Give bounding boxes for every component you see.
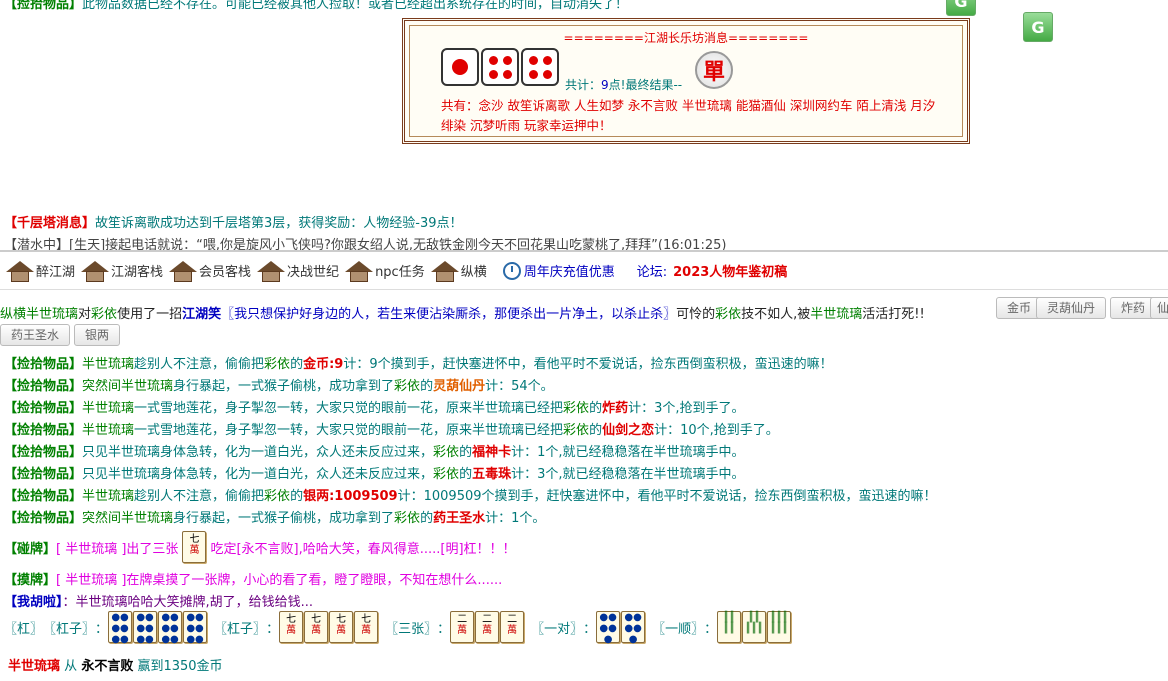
mahjong-tile-tiao-icon: ║║ ║║ [717,611,742,643]
mahjong-tile-qiwan-icon: 七萬 [304,611,329,643]
item-button-gourd-pill[interactable]: 灵葫仙丹 [1036,297,1107,319]
mahjong-tile-qiwan-icon: 七萬 [354,611,379,643]
die-four-icon [481,48,519,86]
pickup-line: 【捡拾物品】半世琉璃趁别人不注意，偷偷把彩依的银两:1009509计：10095… [4,489,937,504]
die-four-icon [521,48,559,86]
pickup-line: 【捡拾物品】突然间半世琉璃身行暴起，一式猴子偷桃，成功拿到了彩依的药王圣水计：1… [4,511,546,526]
house-icon [81,259,110,283]
nav-item-battle[interactable]: 决战世纪 [257,259,339,283]
mahjong-tile-erwan-icon: 二萬 [500,611,525,643]
pickup-line: 【捡拾物品】只见半世琉璃身体急转，化为一道白光，众人还未反应过来，彩依的福神卡计… [4,445,745,460]
casino-title: ========江湖长乐坊消息======== [563,31,809,45]
pickup-line: 【捡拾物品】半世琉璃一式雪地莲花，身子掣忽一转，大家只觉的眼前一花，原来半世琉璃… [4,423,779,438]
mahjong-tile-qiwan-icon: 七萬 [329,611,354,643]
battle-log: 纵横半世琉璃对彩依使用了一招江湖笑〖我只想保护好身边的人，若生来便沾染厮杀，那便… [0,291,1168,681]
nav-item-member-inn[interactable]: 会员客栈 [169,259,251,283]
dice-total: 共计：9点!最终结果-- [565,78,683,92]
mahjong-tile-tong-icon: ●● ●● ● [621,611,646,645]
mahjong-tile-qiwan-icon: 七萬 [279,611,304,643]
nav-item-npc-task[interactable]: npc任务 [345,259,425,283]
nav-item-recharge[interactable]: 周年庆充值优惠 [502,261,615,280]
nav-item-zuijianghu[interactable]: 醉江湖 [6,259,75,283]
house-icon [345,259,374,283]
mahjong-tile-tong-icon: ●● ●● ●● [108,611,133,645]
pickup-line: 【捡拾物品】只见半世琉璃身体急转，化为一道白光，众人还未反应过来，彩依的五毒珠计… [4,467,745,482]
pickup-failed-line: 【捡拾物品】此物品数据已经不存在。可能已经被其他人捡取！或者已经超出系统存在的时… [4,0,629,12]
mo-message: 【摸牌】[ 半世琉璃 ]在牌桌摸了一张牌，小心的看了看，瞪了瞪眼，不知在想什么.… [4,573,503,588]
house-icon [6,259,34,283]
mahjong-tile-tong-icon: ●● ●● ● [596,611,621,645]
item-button-xian[interactable]: 仙 [1150,297,1168,319]
win-result: 半世琉璃 从 永不言败 赢到1350金币 [8,659,223,674]
clock-icon [502,261,521,280]
mahjong-tile-tong-icon: ●● ●● ●● [133,611,158,645]
pickup-line: 【捡拾物品】突然间半世琉璃身行暴起，一式猴子偷桃，成功拿到了彩依的灵葫仙丹计：5… [4,379,554,394]
die-one-icon [441,48,479,86]
pickup-line: 【捡拾物品】半世琉璃一式雪地莲花，身子掣忽一转，大家只觉的眼前一花，原来半世琉璃… [4,401,745,416]
forum-link[interactable]: 2023人物年鉴初稿 [673,261,787,280]
peng-message: 【碰牌】 [ 半世琉璃 ]出了三张 七萬 吃定[永不言败],哈哈大笑，春风得意.… [4,531,516,563]
attack-message: 纵横半世琉璃对彩依使用了一招江湖笑〖我只想保护好身边的人，若生来便沾染厮杀，那便… [0,307,925,322]
nav-item-inn[interactable]: 江湖客栈 [81,259,163,283]
winners-list: 共有：念沙 故笙诉离歌 人生如梦 永不言败 半世琉璃 能猫酒仙 深圳网约车 陌上… [441,98,936,133]
game-g-icon[interactable]: G [946,0,976,16]
chat-marquee: 【潜水中】[生天]接起电话就说：“喂,你是旋风小飞侠吗?你跟女绍人说,无敌铁金刚… [4,238,727,250]
hu-message: 【我胡啦】：半世琉璃哈哈大笑摊牌,胡了，给钱给钱... [4,595,314,610]
pickup-line: 【捡拾物品】半世琉璃趁别人不注意，偷偷把彩依的金币:9计：9个摸到手，赶快塞进怀… [4,357,833,372]
nav-item-zongheng[interactable]: 纵横 [430,259,487,283]
mahjong-tile-tiao-icon: ║║ ║║║ [742,611,767,643]
item-button-silver[interactable]: 银两 [74,324,121,346]
house-icon [430,259,459,283]
message-panel: 【捡拾物品】此物品数据已经不存在。可能已经被其他人捡取！或者已经超出系统存在的时… [0,0,1168,250]
mahjong-tile-qiwan-icon: 七萬 [182,531,207,563]
tower-message: 【千层塔消息】故笙诉离歌成功达到千层塔第3层，获得奖励：人物经验-39点！ [4,216,463,231]
mahjong-tile-tiao-icon: ║║║ ║║║ [767,611,792,643]
nav-bar: 醉江湖 江湖客栈 会员客栈 决战世纪 npc任务 纵横 周年庆充值优惠 论坛: … [0,250,1168,290]
house-icon [169,259,198,283]
item-button-medicine-water[interactable]: 药王圣水 [0,324,71,346]
result-odd-badge: 單 [695,51,733,89]
house-icon [257,259,286,283]
mahjong-tile-tong-icon: ●● ●● ●● [158,611,183,645]
game-g-icon[interactable]: G [1023,12,1053,42]
mahjong-tile-erwan-icon: 二萬 [475,611,500,643]
mahjong-tile-erwan-icon: 二萬 [450,611,475,643]
forum-label: 论坛: [636,265,668,280]
jianghu-casino-box: ========江湖长乐坊消息======== 共计：9点!最终结果-- 單 共… [402,18,970,144]
mahjong-hand: 〖杠〗 〖杠子〗 ： ●● ●● ●● ●● ●● ●● ●● ●● ●● ●● ●● ●● 〖… [4,611,798,645]
mahjong-tile-tong-icon: ●● ●● ●● [183,611,208,645]
